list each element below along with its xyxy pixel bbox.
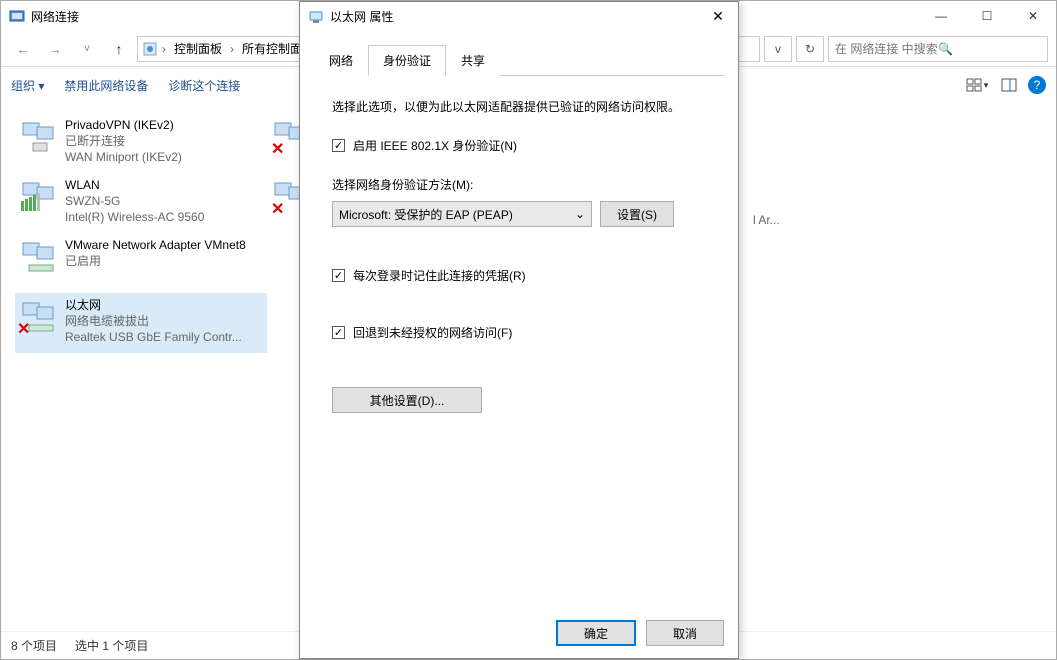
- history-dropdown[interactable]: v: [73, 35, 101, 63]
- search-icon: 🔍: [938, 42, 1041, 56]
- error-x-icon: ✕: [17, 319, 30, 339]
- addr-dropdown-button[interactable]: v: [764, 36, 792, 62]
- adapter-status: 已断开连接: [65, 133, 263, 149]
- ethernet-icon: [308, 9, 324, 25]
- enable-8021x-row[interactable]: ✓ 启用 IEEE 802.1X 身份验证(N): [332, 137, 706, 154]
- settings-button[interactable]: 设置(S): [600, 201, 674, 227]
- item-count: 8 个项目: [11, 637, 57, 654]
- disable-device-button[interactable]: 禁用此网络设备: [64, 77, 148, 94]
- adapter-name: WLAN: [65, 177, 263, 193]
- diagnose-button[interactable]: 诊断这个连接: [168, 77, 240, 94]
- adapter-device: Intel(R) Wireless-AC 9560: [65, 209, 263, 225]
- dialog-footer: 确定 取消: [556, 620, 724, 646]
- checkbox-icon[interactable]: ✓: [332, 326, 345, 339]
- forward-button[interactable]: →: [41, 35, 69, 63]
- chevron-down-icon: ⌄: [575, 207, 585, 221]
- auth-method-value: Microsoft: 受保护的 EAP (PEAP): [339, 206, 513, 223]
- error-x-icon: ✕: [271, 199, 284, 219]
- view-options-button[interactable]: ▾: [964, 74, 990, 96]
- window-controls: — ☐ ✕: [918, 1, 1056, 31]
- control-panel-icon: [142, 41, 158, 57]
- search-placeholder: 在 网络连接 中搜索: [835, 40, 938, 57]
- remember-label: 每次登录时记住此连接的凭据(R): [353, 267, 526, 284]
- adapter-item[interactable]: VMware Network Adapter VMnet8 已启用: [15, 233, 267, 293]
- up-button[interactable]: ↑: [105, 35, 133, 63]
- window-title: 网络连接: [31, 8, 79, 25]
- adapter-item[interactable]: WLAN SWZN-5G Intel(R) Wireless-AC 9560: [15, 173, 267, 233]
- auth-intro-text: 选择此选项，以便为此以太网适配器提供已验证的网络访问权限。: [332, 98, 706, 115]
- adapter-icon: [19, 177, 59, 217]
- chevron-icon: ›: [162, 42, 166, 56]
- adapter-icon: [19, 237, 59, 277]
- adapter-status: 网络电缆被拔出: [65, 313, 263, 329]
- cancel-button[interactable]: 取消: [646, 620, 724, 646]
- network-connections-window: 网络连接 — ☐ ✕ ← → v ↑ › 控制面板 › 所有控制面板 v ↻ 在…: [0, 0, 1057, 660]
- tab-sharing[interactable]: 共享: [446, 45, 500, 76]
- ethernet-properties-dialog: 以太网 属性 ✕ 网络 身份验证 共享 选择此选项，以便为此以太网适配器提供已验…: [299, 1, 739, 659]
- adapter-status: 已启用: [65, 253, 263, 269]
- auth-method-select[interactable]: Microsoft: 受保护的 EAP (PEAP) ⌄: [332, 201, 592, 227]
- refresh-button[interactable]: ↻: [796, 36, 824, 62]
- other-settings-button[interactable]: 其他设置(D)...: [332, 387, 482, 413]
- dialog-body: 网络 身份验证 共享 选择此选项，以便为此以太网适配器提供已验证的网络访问权限。…: [300, 32, 738, 592]
- checkbox-icon[interactable]: ✓: [332, 269, 345, 282]
- tab-network[interactable]: 网络: [314, 45, 368, 76]
- auth-tab-content: 选择此选项，以便为此以太网适配器提供已验证的网络访问权限。 ✓ 启用 IEEE …: [314, 76, 724, 435]
- adapter-icon: ✕: [19, 297, 59, 337]
- ok-button[interactable]: 确定: [556, 620, 636, 646]
- fallback-row[interactable]: ✓ 回退到未经授权的网络访问(F): [332, 324, 706, 341]
- close-button[interactable]: ✕: [1010, 1, 1056, 31]
- breadcrumb-segment[interactable]: 控制面板: [170, 38, 226, 59]
- back-button[interactable]: ←: [9, 35, 37, 63]
- app-icon: [9, 8, 25, 24]
- search-input[interactable]: 在 网络连接 中搜索 🔍: [828, 36, 1048, 62]
- method-label: 选择网络身份验证方法(M):: [332, 176, 706, 193]
- tab-authentication[interactable]: 身份验证: [368, 45, 446, 76]
- organize-menu[interactable]: 组织 ▾: [11, 77, 44, 94]
- adapter-name: PrivadoVPN (IKEv2): [65, 117, 263, 133]
- checkbox-icon[interactable]: ✓: [332, 139, 345, 152]
- remember-credentials-row[interactable]: ✓ 每次登录时记住此连接的凭据(R): [332, 267, 706, 284]
- dialog-title: 以太网 属性: [330, 8, 393, 25]
- adapter-name: VMware Network Adapter VMnet8: [65, 237, 263, 253]
- adapter-device: Realtek USB GbE Family Contr...: [65, 329, 263, 345]
- dialog-close-button[interactable]: ✕: [698, 2, 738, 32]
- minimize-button[interactable]: —: [918, 1, 964, 31]
- enable-8021x-label: 启用 IEEE 802.1X 身份验证(N): [353, 137, 517, 154]
- error-x-icon: ✕: [271, 139, 284, 159]
- adapter-name: 以太网: [65, 297, 263, 313]
- tab-strip: 网络 身份验证 共享: [314, 44, 724, 76]
- selected-count: 选中 1 个项目: [75, 637, 148, 654]
- adapter-item[interactable]: PrivadoVPN (IKEv2) 已断开连接 WAN Miniport (I…: [15, 113, 267, 173]
- adapter-icon: [19, 117, 59, 157]
- adapter-device: WAN Miniport (IKEv2): [65, 149, 263, 165]
- maximize-button[interactable]: ☐: [964, 1, 1010, 31]
- help-button[interactable]: ?: [1028, 76, 1046, 94]
- preview-pane-button[interactable]: [996, 74, 1022, 96]
- adapter-item-ethernet[interactable]: ✕ 以太网 网络电缆被拔出 Realtek USB GbE Family Con…: [15, 293, 267, 353]
- adapter-device-fragment: l Ar...: [753, 213, 780, 227]
- adapter-status: SWZN-5G: [65, 193, 263, 209]
- chevron-icon: ›: [230, 42, 234, 56]
- dialog-titlebar: 以太网 属性 ✕: [300, 2, 738, 32]
- fallback-label: 回退到未经授权的网络访问(F): [353, 324, 512, 341]
